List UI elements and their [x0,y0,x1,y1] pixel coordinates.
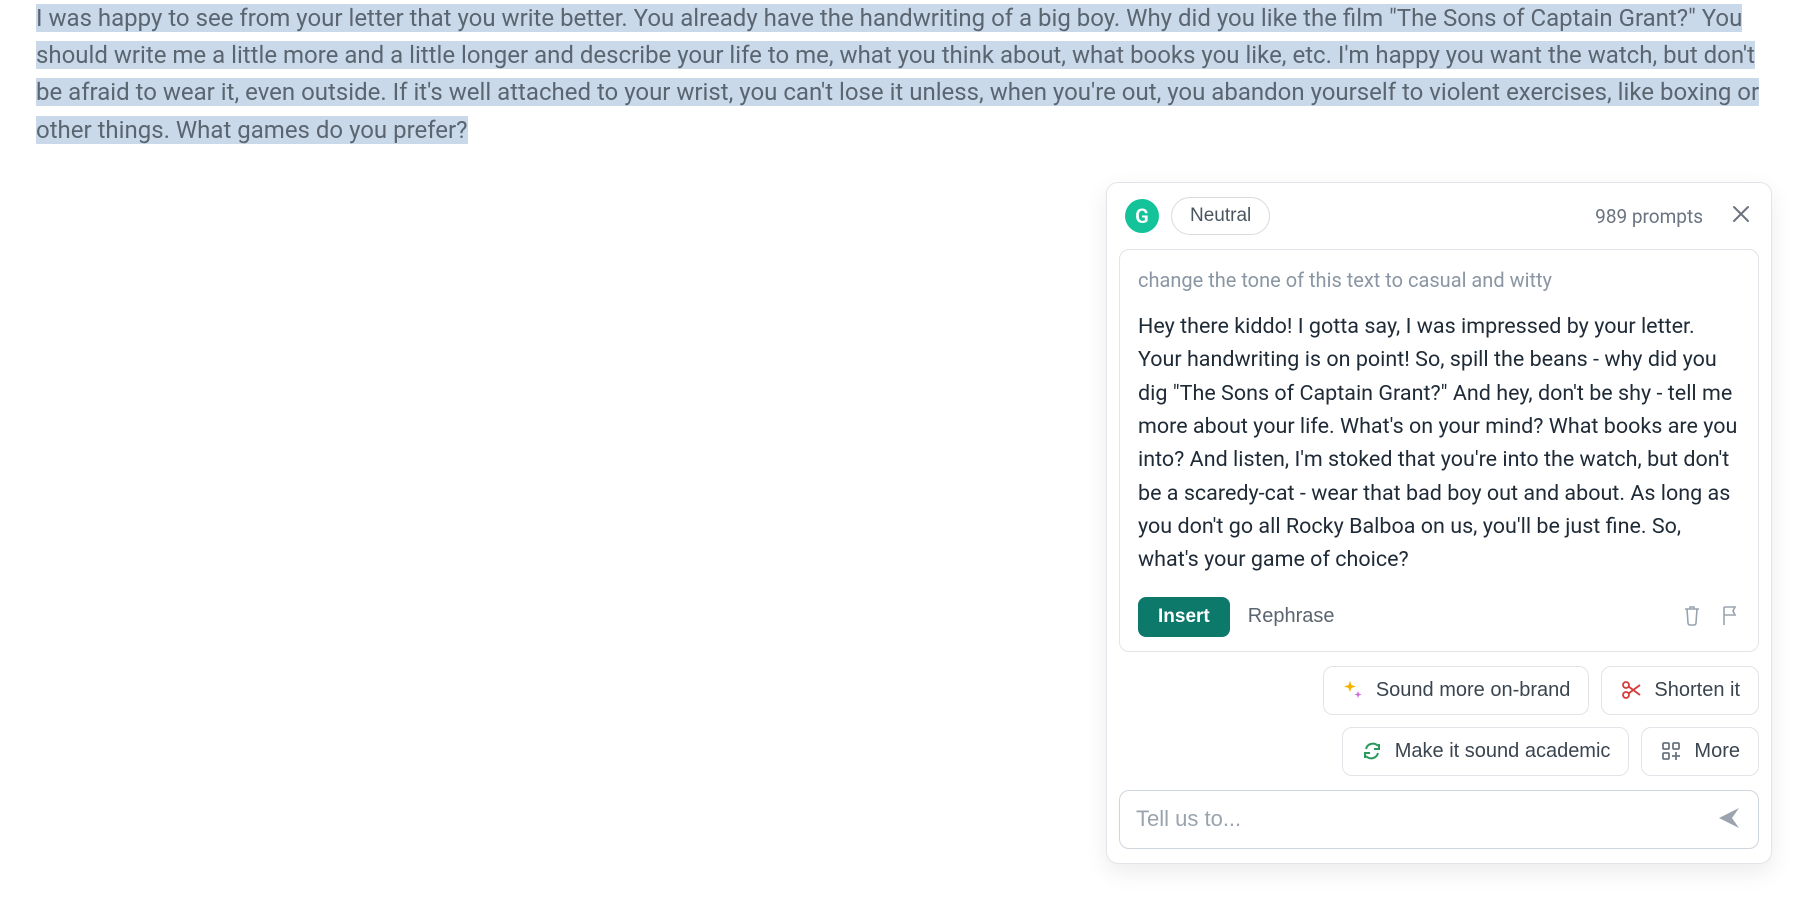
flag-button[interactable] [1720,604,1740,629]
document-area: I was happy to see from your letter that… [0,0,1800,149]
suggestion-chips: Sound more on-brand Shorten it [1107,666,1771,790]
suggestion-academic[interactable]: Make it sound academic [1342,727,1630,776]
tone-selector[interactable]: Neutral [1171,197,1270,235]
grammarly-logo-icon[interactable]: G [1125,199,1159,233]
prompts-count: 989 prompts [1595,205,1703,228]
grammarly-panel: G Neutral 989 prompts change the tone of… [1106,182,1772,864]
suggestion-label: More [1694,740,1740,763]
refresh-icon [1361,740,1383,762]
insert-button[interactable]: Insert [1138,597,1230,637]
send-icon [1716,805,1742,834]
sparkle-icon [1342,679,1364,701]
suggestion-shorten[interactable]: Shorten it [1601,666,1759,715]
prompt-text: change the tone of this text to casual a… [1138,268,1740,292]
close-icon [1732,203,1750,229]
prompt-input[interactable] [1136,806,1704,832]
scissors-icon [1620,679,1642,701]
delete-button[interactable] [1682,604,1702,629]
suggestion-on-brand[interactable]: Sound more on-brand [1323,666,1590,715]
actions-row: Insert Rephrase [1138,597,1740,637]
flag-icon [1720,604,1740,629]
prompt-input-row [1119,790,1759,849]
close-button[interactable] [1729,204,1753,228]
suggestion-label: Shorten it [1654,679,1740,702]
panel-body: change the tone of this text to casual a… [1119,249,1759,652]
send-button[interactable] [1716,805,1742,834]
suggestion-more[interactable]: More [1641,727,1759,776]
panel-header: G Neutral 989 prompts [1107,183,1771,249]
rephrase-button[interactable]: Rephrase [1248,605,1335,628]
result-text: Hey there kiddo! I gotta say, I was impr… [1138,310,1740,577]
suggestion-label: Sound more on-brand [1376,679,1571,702]
trash-icon [1682,604,1702,629]
grid-plus-icon [1660,740,1682,762]
suggestion-label: Make it sound academic [1395,740,1611,763]
selected-text[interactable]: I was happy to see from your letter that… [36,4,1759,144]
